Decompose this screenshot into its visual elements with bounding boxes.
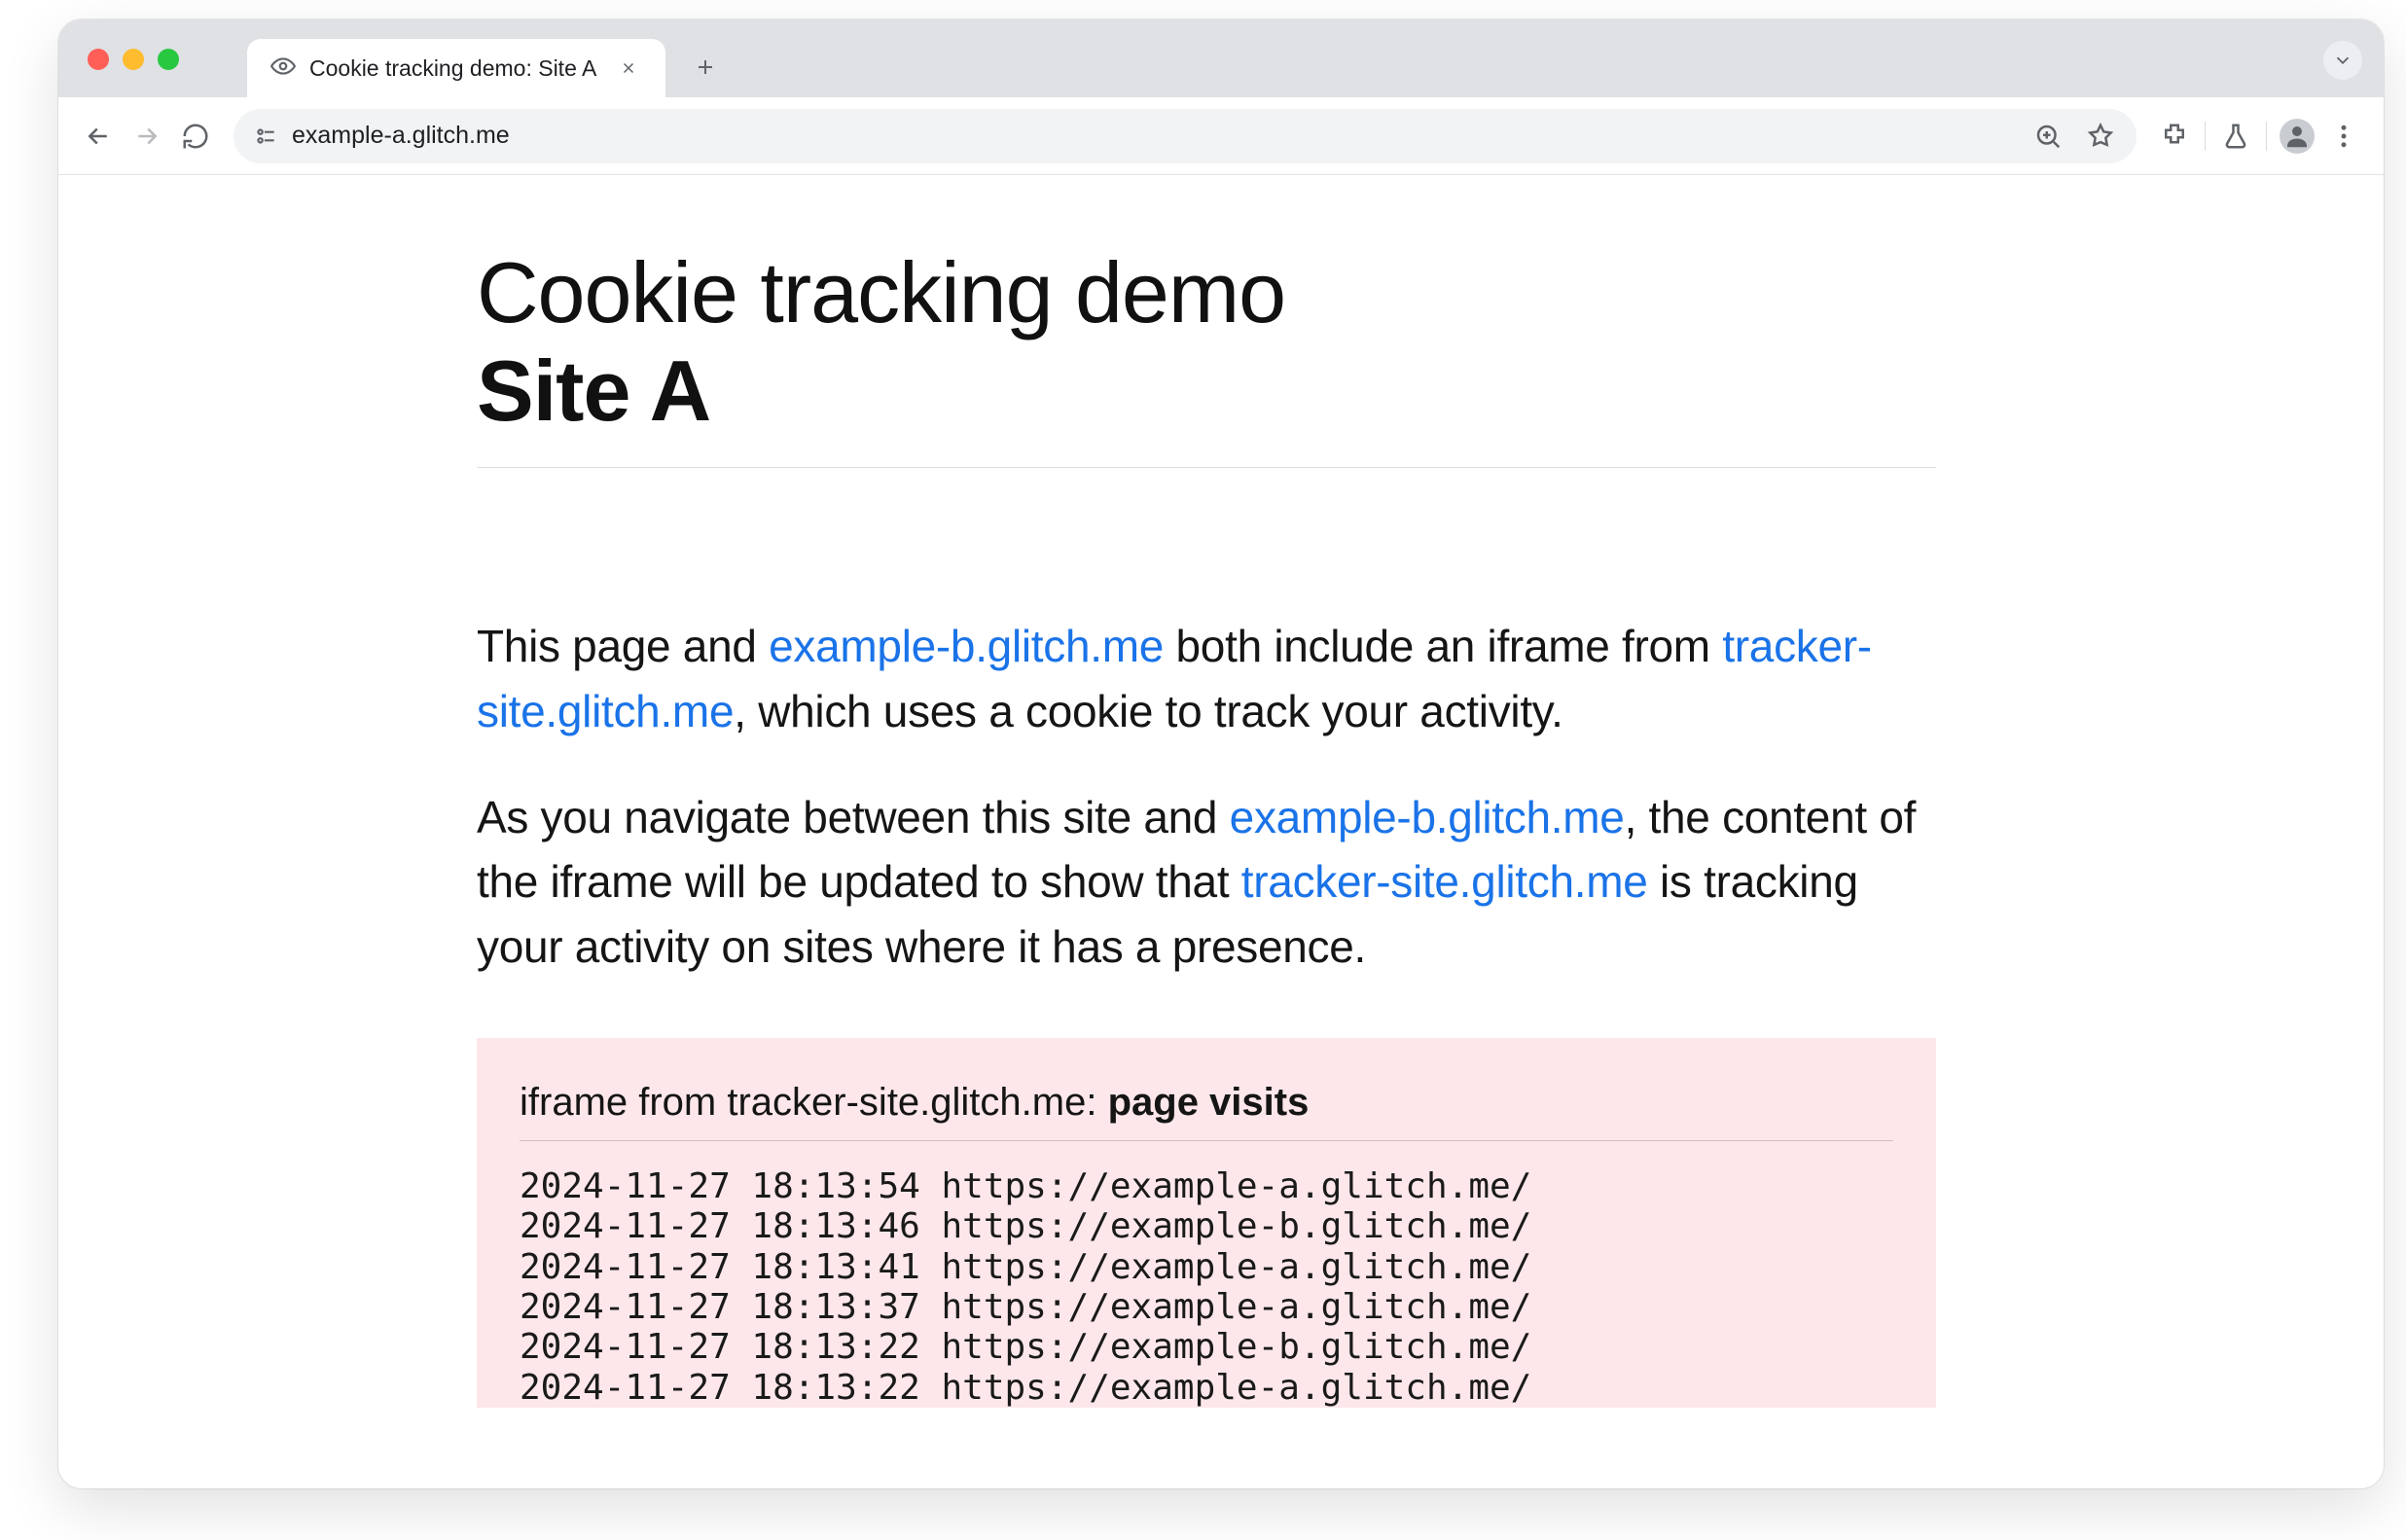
text: both include an iframe from: [1164, 621, 1722, 671]
tab-title: Cookie tracking demo: Site A: [309, 55, 596, 82]
page-viewport: Cookie tracking demo Site A This page an…: [58, 175, 2384, 1488]
page-content: Cookie tracking demo Site A This page an…: [58, 175, 2384, 1408]
reload-button[interactable]: [173, 114, 218, 159]
iframe-heading: iframe from tracker-site.glitch.me: page…: [520, 1081, 1893, 1141]
iframe-heading-prefix: iframe from tracker-site.glitch.me:: [520, 1081, 1108, 1124]
kebab-menu-icon[interactable]: [2321, 114, 2366, 159]
zoom-icon[interactable]: [2026, 114, 2070, 159]
page-title-line2: Site A: [477, 341, 1936, 440]
tab-strip: Cookie tracking demo: Site A: [58, 19, 2384, 97]
divider: [2205, 122, 2206, 151]
window-minimize-button[interactable]: [123, 49, 144, 70]
text: This page and: [477, 621, 769, 671]
iframe-heading-bold: page visits: [1108, 1081, 1310, 1124]
back-button[interactable]: [76, 114, 121, 159]
toolbar: example-a.glitch.me: [58, 97, 2384, 175]
new-tab-button[interactable]: [685, 47, 726, 88]
intro-paragraph-2: As you navigate between this site and ex…: [477, 785, 1936, 980]
window-controls: [88, 49, 179, 70]
avatar-icon: [2280, 119, 2315, 154]
page-title-line1: Cookie tracking demo: [477, 244, 1285, 340]
tab-close-button[interactable]: [616, 55, 641, 81]
bookmark-star-icon[interactable]: [2078, 114, 2123, 159]
labs-flask-icon[interactable]: [2213, 114, 2258, 159]
url-text: example-a.glitch.me: [292, 122, 2012, 150]
privacy-eye-icon: [270, 54, 296, 83]
forward-button[interactable]: [125, 114, 169, 159]
visit-log: 2024-11-27 18:13:54 https://example-a.gl…: [520, 1166, 1893, 1408]
tabs-dropdown-button[interactable]: [2323, 41, 2362, 80]
link-example-b[interactable]: example-b.glitch.me: [769, 621, 1164, 671]
tracker-iframe: iframe from tracker-site.glitch.me: page…: [477, 1038, 1936, 1408]
extensions-icon[interactable]: [2152, 114, 2197, 159]
page-title: Cookie tracking demo Site A: [477, 243, 1936, 440]
window-close-button[interactable]: [88, 49, 109, 70]
divider: [2266, 122, 2267, 151]
window-maximize-button[interactable]: [158, 49, 179, 70]
text: As you navigate between this site and: [477, 792, 1230, 842]
toolbar-actions: [2152, 114, 2366, 159]
browser-window: Cookie tracking demo: Site A example-a.g…: [58, 19, 2384, 1488]
title-rule: [477, 467, 1936, 468]
link-tracker-site[interactable]: tracker-site.glitch.me: [1241, 856, 1648, 907]
address-bar[interactable]: example-a.glitch.me: [233, 109, 2137, 163]
site-info-icon[interactable]: [253, 124, 278, 149]
profile-button[interactable]: [2275, 114, 2319, 159]
text: , which uses a cookie to track your acti…: [734, 686, 1562, 736]
browser-tab[interactable]: Cookie tracking demo: Site A: [247, 39, 665, 97]
link-example-b[interactable]: example-b.glitch.me: [1230, 792, 1625, 842]
intro-paragraph-1: This page and example-b.glitch.me both i…: [477, 614, 1936, 743]
